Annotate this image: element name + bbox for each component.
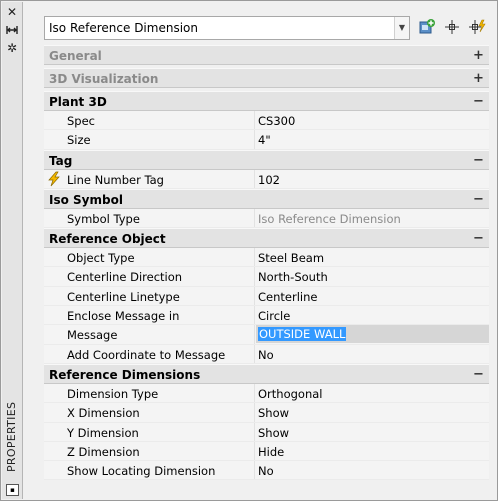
property-value[interactable]: CS300 xyxy=(258,114,295,128)
property-name: Add Coordinate to Message xyxy=(67,347,226,362)
category-label: Reference Dimensions xyxy=(49,367,201,382)
pick-add-icon[interactable] xyxy=(442,18,462,36)
property-name: Spec xyxy=(67,114,95,128)
category-iso-symbol[interactable]: Iso Symbol − xyxy=(44,188,489,209)
property-value[interactable]: Show xyxy=(258,406,289,420)
property-row-centerline-direction[interactable]: Centerline Direction North-South xyxy=(44,267,489,287)
property-value[interactable]: 4" xyxy=(258,133,271,147)
property-name: Y Dimension xyxy=(67,425,139,440)
category-reference-object[interactable]: Reference Object − xyxy=(44,228,489,249)
property-row-centerline-linetype[interactable]: Centerline Linetype Centerline xyxy=(44,286,489,307)
expand-icon[interactable]: + xyxy=(473,48,484,63)
category-tag[interactable]: Tag − xyxy=(44,149,489,170)
property-value[interactable]: Orthogonal xyxy=(258,387,322,401)
collapse-icon[interactable]: − xyxy=(473,94,484,109)
column-divider xyxy=(254,306,255,325)
add-to-selection-icon[interactable] xyxy=(417,18,437,36)
object-type-value: Iso Reference Dimension xyxy=(49,21,198,35)
property-value[interactable]: North-South xyxy=(258,270,328,284)
property-name: Line Number Tag xyxy=(67,172,164,187)
property-name: Centerline Direction xyxy=(67,270,183,285)
column-divider xyxy=(254,383,255,403)
column-divider xyxy=(254,169,255,188)
property-name: Show Locating Dimension xyxy=(67,464,216,479)
property-value[interactable]: Show xyxy=(258,426,289,440)
property-row-message[interactable]: Message OUTSIDE WALL xyxy=(44,325,489,345)
property-name: Symbol Type xyxy=(67,211,140,226)
properties-panel: Iso Reference Dimension ▼ General + 3D V… xyxy=(24,2,496,499)
selection-toolbar: Iso Reference Dimension ▼ xyxy=(44,16,489,40)
property-name: X Dimension xyxy=(67,406,140,421)
close-icon[interactable]: ✕ xyxy=(5,5,19,19)
palette-title-bar[interactable]: ✕ ✲ PROPERTIES ▪ xyxy=(2,2,23,499)
column-divider xyxy=(254,461,255,480)
property-value[interactable]: Steel Beam xyxy=(258,251,324,265)
properties-palette: ✕ ✲ PROPERTIES ▪ Iso Reference Dimension… xyxy=(0,0,498,501)
column-divider xyxy=(254,403,255,422)
property-row-show-locating-dimension[interactable]: Show Locating Dimension No xyxy=(44,461,489,481)
property-row-symbol-type[interactable]: Symbol Type Iso Reference Dimension xyxy=(44,208,489,229)
column-divider xyxy=(254,130,255,149)
category-label: Plant 3D xyxy=(49,95,107,109)
property-row-line-number-tag[interactable]: Line Number Tag 102 xyxy=(44,169,489,189)
collapse-icon[interactable]: − xyxy=(473,153,484,168)
expand-icon[interactable]: + xyxy=(473,71,484,86)
message-input[interactable]: OUTSIDE WALL xyxy=(256,325,489,344)
property-row-enclose-message-in[interactable]: Enclose Message in Circle xyxy=(44,306,489,326)
pin-icon[interactable] xyxy=(5,23,19,37)
property-row-x-dimension[interactable]: X Dimension Show xyxy=(44,403,489,423)
category-reference-dimensions[interactable]: Reference Dimensions − xyxy=(44,363,489,384)
category-plant-3d[interactable]: Plant 3D − xyxy=(44,91,489,111)
property-name: Dimension Type xyxy=(67,386,159,401)
property-grid: General +3D Visualization + Plant 3D − Spec CS… xyxy=(44,45,489,481)
property-name: Object Type xyxy=(67,251,135,266)
property-value: Iso Reference Dimension xyxy=(258,211,401,226)
settings-icon[interactable]: ✲ xyxy=(5,41,19,55)
quick-select-icon[interactable] xyxy=(467,18,487,36)
property-row-dimension-type[interactable]: Dimension Type Orthogonal xyxy=(44,383,489,404)
object-type-select[interactable]: Iso Reference Dimension ▼ xyxy=(44,16,410,40)
column-divider xyxy=(254,208,255,228)
property-name: Centerline Linetype xyxy=(67,289,180,304)
category-label: Tag xyxy=(49,153,73,168)
property-row-add-coordinate-to-message[interactable]: Add Coordinate to Message No xyxy=(44,344,489,364)
category-label: Iso Symbol xyxy=(49,192,123,207)
category-general[interactable]: General + xyxy=(44,45,489,65)
property-name: Size xyxy=(67,133,91,148)
palette-title: PROPERTIES xyxy=(5,401,18,472)
property-value[interactable]: 102 xyxy=(258,173,280,187)
property-row-object-type[interactable]: Object Type Steel Beam xyxy=(44,248,489,268)
column-divider xyxy=(254,248,255,267)
category-label: General xyxy=(49,49,102,63)
column-divider xyxy=(254,286,255,306)
column-divider xyxy=(254,344,255,363)
category-3d-visualization[interactable]: 3D Visualization + xyxy=(44,68,489,88)
message-input-selection[interactable]: OUTSIDE WALL xyxy=(258,327,347,342)
property-value[interactable]: Circle xyxy=(258,309,290,323)
property-row-spec[interactable]: Spec CS300 xyxy=(44,111,489,131)
column-divider xyxy=(254,422,255,441)
category-label: Reference Object xyxy=(49,232,166,247)
column-divider xyxy=(254,267,255,286)
property-name: Message xyxy=(67,328,118,343)
collapse-icon[interactable]: − xyxy=(473,231,484,246)
collapse-icon[interactable]: − xyxy=(473,367,484,382)
lightning-bolt-icon xyxy=(46,171,62,187)
property-row-z-dimension[interactable]: Z Dimension Hide xyxy=(44,441,489,462)
property-row-size[interactable]: Size 4" xyxy=(44,130,489,150)
property-value[interactable]: Centerline xyxy=(258,290,317,304)
property-value[interactable]: Hide xyxy=(258,445,284,459)
properties-menu-icon[interactable]: ▪ xyxy=(6,484,19,496)
property-value[interactable]: No xyxy=(258,464,274,478)
property-name: Enclose Message in xyxy=(67,309,180,324)
property-name: Z Dimension xyxy=(67,444,140,459)
column-divider xyxy=(254,111,255,130)
category-label: 3D Visualization xyxy=(49,72,159,86)
property-value[interactable]: No xyxy=(258,348,274,362)
column-divider xyxy=(254,441,255,461)
collapse-icon[interactable]: − xyxy=(473,192,484,207)
property-row-y-dimension[interactable]: Y Dimension Show xyxy=(44,422,489,442)
chevron-down-icon[interactable]: ▼ xyxy=(394,17,409,39)
column-divider xyxy=(254,325,255,344)
